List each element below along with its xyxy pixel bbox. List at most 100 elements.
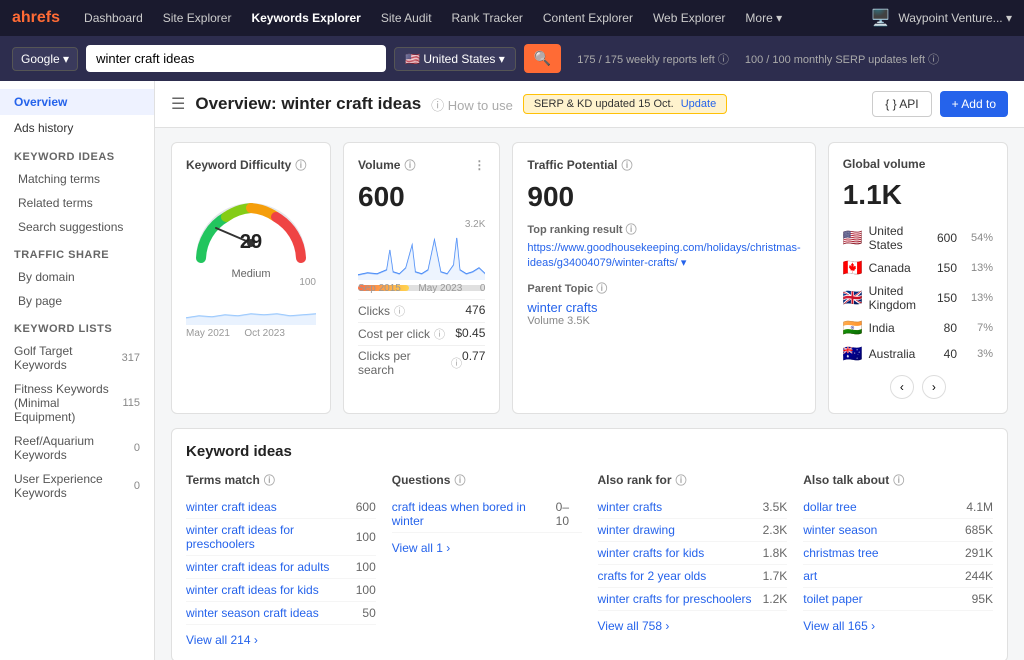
traffic-value: 900 xyxy=(527,181,800,213)
nav-site-audit[interactable]: Site Audit xyxy=(373,7,440,29)
ki-vol: 1.7K xyxy=(763,569,788,583)
cps-value: 0.77 xyxy=(462,349,485,377)
ki-link[interactable]: art xyxy=(803,569,817,583)
sidebar-list-ux[interactable]: User Experience Keywords 0 xyxy=(0,467,154,505)
ki-link[interactable]: winter season xyxy=(803,523,877,537)
volume-card-title: Volume ⓘ ⋮ xyxy=(358,157,485,173)
terms-match-help[interactable]: ⓘ xyxy=(264,472,275,488)
how-to-use-help[interactable]: ⓘ How to use xyxy=(431,95,513,114)
cpc-stat: Cost per click ⓘ $0.45 xyxy=(358,322,485,345)
ki-vol: 50 xyxy=(362,606,375,620)
nav-web-explorer[interactable]: Web Explorer xyxy=(645,7,733,29)
page-title: Overview: winter craft ideas xyxy=(195,94,421,114)
traffic-help-icon[interactable]: ⓘ xyxy=(621,157,632,173)
ki-link[interactable]: winter craft ideas for adults xyxy=(186,560,329,574)
search-button[interactable]: 🔍 xyxy=(524,44,561,73)
also-rank-for-title: Also rank for ⓘ xyxy=(598,472,788,488)
ki-link[interactable]: winter craft ideas for preschoolers xyxy=(186,523,356,551)
search-input[interactable] xyxy=(86,45,386,72)
country-row-ca: 🇨🇦 Canada 150 13% xyxy=(843,255,993,281)
also-talk-help[interactable]: ⓘ xyxy=(893,472,904,488)
api-button[interactable]: { } API xyxy=(872,91,931,117)
difficulty-gauge: 29 Medium xyxy=(186,183,316,263)
clicks-stat: Clicks ⓘ 476 xyxy=(358,299,485,322)
sidebar-section-keyword-ideas: Keyword ideas xyxy=(0,141,154,167)
sidebar-list-golf[interactable]: Golf Target Keywords 317 xyxy=(0,339,154,377)
parent-topic-help[interactable]: ⓘ xyxy=(596,283,607,295)
sidebar-list-reef[interactable]: Reef/Aquarium Keywords 0 xyxy=(0,429,154,467)
page-header: ☰ Overview: winter craft ideas ⓘ How to … xyxy=(155,81,1024,128)
cps-help[interactable]: ⓘ xyxy=(451,355,462,371)
questions-help[interactable]: ⓘ xyxy=(454,472,465,488)
list-item: winter crafts 3.5K xyxy=(598,496,788,519)
clicks-value: 476 xyxy=(465,303,485,319)
also-rank-view-all[interactable]: View all 758 › xyxy=(598,619,788,633)
ki-vol: 600 xyxy=(356,500,376,514)
ki-link[interactable]: winter drawing xyxy=(598,523,675,537)
vol-chart-start: Sep 2015 xyxy=(358,283,401,294)
nav-rank-tracker[interactable]: Rank Tracker xyxy=(444,7,531,29)
list-item: winter crafts for preschoolers 1.2K xyxy=(598,588,788,611)
ki-link[interactable]: craft ideas when bored in winter xyxy=(392,500,556,528)
ki-link[interactable]: winter crafts for preschoolers xyxy=(598,592,752,606)
also-rank-for-column: Also rank for ⓘ winter crafts 3.5K winte… xyxy=(598,472,788,647)
difficulty-help-icon[interactable]: ⓘ xyxy=(295,157,306,173)
terms-match-view-all[interactable]: View all 214 › xyxy=(186,633,376,647)
nav-site-explorer[interactable]: Site Explorer xyxy=(155,7,240,29)
update-link[interactable]: Update xyxy=(681,98,716,110)
cpc-help[interactable]: ⓘ xyxy=(434,326,445,342)
volume-value: 600 xyxy=(358,181,485,213)
ki-link[interactable]: dollar tree xyxy=(803,500,856,514)
sidebar-item-by-domain[interactable]: By domain xyxy=(0,265,154,289)
sidebar-list-fitness[interactable]: Fitness Keywords (Minimal Equipment) 115 xyxy=(0,377,154,429)
ki-link[interactable]: toilet paper xyxy=(803,592,862,606)
ki-link[interactable]: winter crafts for kids xyxy=(598,546,705,560)
ki-link[interactable]: winter craft ideas xyxy=(186,500,277,514)
sidebar-item-search-suggestions[interactable]: Search suggestions xyxy=(0,215,154,239)
top-nav: ahrefs Dashboard Site Explorer Keywords … xyxy=(0,0,1024,36)
also-rank-help[interactable]: ⓘ xyxy=(676,472,687,488)
volume-card: Volume ⓘ ⋮ 600 3.2K Sep 2015 May 2023 xyxy=(343,142,500,414)
ki-link[interactable]: christmas tree xyxy=(803,546,878,560)
nav-more[interactable]: More ▾ xyxy=(737,7,790,29)
sidebar-item-related-terms[interactable]: Related terms xyxy=(0,191,154,215)
nav-dashboard[interactable]: Dashboard xyxy=(76,7,151,29)
volume-more-icon[interactable]: ⋮ xyxy=(473,158,485,172)
country-row-in: 🇮🇳 India 80 7% xyxy=(843,315,993,341)
ki-link[interactable]: crafts for 2 year olds xyxy=(598,569,707,583)
list-item: christmas tree 291K xyxy=(803,542,993,565)
sidebar-item-overview[interactable]: Overview xyxy=(0,89,154,115)
ki-link[interactable]: winter craft ideas for kids xyxy=(186,583,319,597)
trend-end: Oct 2023 xyxy=(244,328,285,339)
account-menu[interactable]: Waypoint Venture... ▾ xyxy=(898,11,1012,25)
prev-countries-btn[interactable]: ‹ xyxy=(890,375,914,399)
update-badge: SERP & KD updated 15 Oct. Update xyxy=(523,94,727,114)
parent-topic-value[interactable]: winter crafts xyxy=(527,300,800,315)
nav-content-explorer[interactable]: Content Explorer xyxy=(535,7,641,29)
list-item: winter season 685K xyxy=(803,519,993,542)
also-talk-view-all[interactable]: View all 165 › xyxy=(803,619,993,633)
nav-account-area: 🖥️ Waypoint Venture... ▾ xyxy=(870,8,1012,28)
sidebar-item-matching-terms[interactable]: Matching terms xyxy=(0,167,154,191)
country-selector[interactable]: 🇺🇸 United States ▾ xyxy=(394,47,516,71)
sidebar-item-ads-history[interactable]: Ads history xyxy=(0,115,154,141)
ki-vol: 100 xyxy=(356,530,376,544)
hamburger-icon[interactable]: ☰ xyxy=(171,94,185,114)
top-ranking-help[interactable]: ⓘ xyxy=(626,224,637,236)
country-row-us: 🇺🇸 United States 600 54% xyxy=(843,221,993,255)
top-ranking-url[interactable]: https://www.goodhousekeeping.com/holiday… xyxy=(527,241,800,272)
questions-view-all[interactable]: View all 1 › xyxy=(392,541,582,555)
ki-link[interactable]: winter season craft ideas xyxy=(186,606,319,620)
ki-vol: 2.3K xyxy=(763,523,788,537)
sidebar-item-by-page[interactable]: By page xyxy=(0,289,154,313)
search-engine-selector[interactable]: Google ▾ xyxy=(12,47,78,71)
global-volume-card: Global volume 1.1K 🇺🇸 United States 600 … xyxy=(828,142,1008,414)
nav-keywords-explorer[interactable]: Keywords Explorer xyxy=(243,7,368,29)
keyword-ideas-section: Keyword ideas Terms match ⓘ winter craft… xyxy=(171,428,1008,660)
ki-vol: 1.2K xyxy=(763,592,788,606)
add-to-button[interactable]: + Add to xyxy=(940,91,1008,117)
next-countries-btn[interactable]: › xyxy=(922,375,946,399)
clicks-help[interactable]: ⓘ xyxy=(394,303,405,319)
ki-link[interactable]: winter crafts xyxy=(598,500,663,514)
volume-help-icon[interactable]: ⓘ xyxy=(404,157,415,173)
